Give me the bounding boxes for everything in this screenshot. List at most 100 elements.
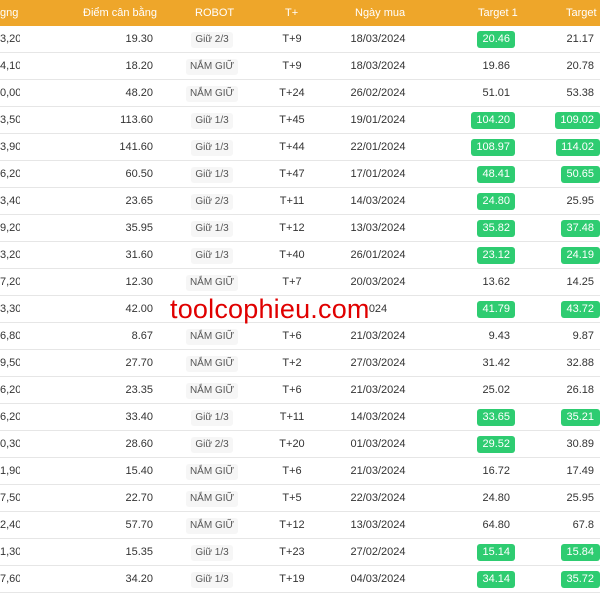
balance-cell: 28.60 bbox=[125, 438, 153, 450]
table-row[interactable]: 7,60 34.20 Giữ 1/3 T+19 04/03/2024 34.14 35.72 bbox=[0, 566, 600, 593]
tplus-cell: T+24 bbox=[279, 87, 305, 99]
buy-date-cell: 14/03/2024 bbox=[350, 411, 406, 423]
target2-cell: 67.8 bbox=[524, 512, 600, 539]
balance-cell: 141.60 bbox=[119, 141, 153, 153]
balance-cell: 23.65 bbox=[125, 195, 153, 207]
table-row[interactable]: 6,20 60.50 Giữ 1/3 T+47 17/01/2024 48.41 50.65 bbox=[0, 161, 600, 188]
table-row[interactable]: 6,20 33.40 Giữ 1/3 T+11 14/03/2024 33.65 35.21 bbox=[0, 404, 600, 431]
price-cell: 9,50 bbox=[0, 357, 20, 369]
tplus-cell: T+23 bbox=[279, 546, 305, 558]
header-target1[interactable]: Target 1 bbox=[478, 0, 518, 26]
robot-cell: NẮM GIỮ bbox=[178, 377, 246, 404]
table-row[interactable]: 1,90 15.40 NẮM GIỮ T+6 21/03/2024 16.72 17.49 bbox=[0, 458, 600, 485]
robot-cell: NẮM GIỮ bbox=[178, 485, 246, 512]
target1-value: 34.14 bbox=[477, 571, 515, 588]
target1-value: 108.97 bbox=[471, 139, 515, 156]
tplus-cell: T+9 bbox=[282, 33, 302, 45]
buy-date-cell: 13/03/2024 bbox=[350, 519, 406, 531]
header-date[interactable]: Ngày mua bbox=[355, 0, 405, 26]
target1-value: 20.46 bbox=[477, 31, 515, 48]
buy-date-cell: 22/01/2024 bbox=[350, 141, 406, 153]
balance-cell: 113.60 bbox=[120, 114, 153, 126]
target1-value: 24.80 bbox=[482, 492, 510, 504]
target2-cell: 53.38 bbox=[524, 80, 600, 107]
table-row[interactable]: 7,20 12.30 NẮM GIỮ T+7 20/03/2024 13.62 14.25 bbox=[0, 269, 600, 296]
target1-cell: 31.42 bbox=[440, 350, 515, 377]
robot-cell: NẮM GIỮ bbox=[178, 53, 246, 80]
balance-cell: 48.20 bbox=[125, 87, 153, 99]
balance-cell: 8.67 bbox=[131, 330, 153, 342]
target1-value: 48.41 bbox=[477, 166, 515, 183]
table-row[interactable]: 0,00 48.20 NẮM GIỮ T+24 26/02/2024 51.01 53.38 bbox=[0, 80, 600, 107]
robot-cell: Giữ 2/3 bbox=[178, 431, 246, 458]
table-row[interactable]: 3,90 141.60 Giữ 1/3 T+44 22/01/2024 108.97 114… bbox=[0, 134, 600, 161]
target1-cell: 24.80 bbox=[440, 188, 515, 215]
header-price[interactable]: gng bbox=[0, 0, 18, 26]
price-cell: 0,00 bbox=[0, 87, 20, 99]
target1-cell: 48.41 bbox=[440, 161, 515, 188]
balance-cell: 34.20 bbox=[125, 573, 153, 585]
tplus-cell: T+20 bbox=[279, 438, 305, 450]
table-row[interactable]: 2,40 57.70 NẮM GIỮ T+12 13/03/2024 64.80 67.8 bbox=[0, 512, 600, 539]
price-cell: 1,90 bbox=[0, 465, 20, 477]
target2-value: 35.21 bbox=[561, 409, 600, 426]
table-row[interactable]: 0,30 28.60 Giữ 2/3 T+20 01/03/2024 29.52 30.89 bbox=[0, 431, 600, 458]
target2-cell: 20.78 bbox=[524, 53, 600, 80]
robot-cell: Giữ 2/3 bbox=[178, 188, 246, 215]
robot-status-badge: Giữ 2/3 bbox=[191, 194, 233, 210]
price-cell: 3,40 bbox=[0, 195, 20, 207]
target2-value: 53.38 bbox=[566, 87, 594, 99]
target2-value: 26.18 bbox=[566, 384, 594, 396]
header-balance[interactable]: Điểm cân bằng bbox=[83, 0, 157, 26]
tplus-cell: T+19 bbox=[279, 573, 305, 585]
tplus-cell: T+12 bbox=[279, 222, 305, 234]
target2-value: 30.89 bbox=[566, 438, 594, 450]
balance-cell: 35.95 bbox=[125, 222, 153, 234]
target1-cell: 64.80 bbox=[440, 512, 515, 539]
tplus-cell: T+44 bbox=[279, 141, 305, 153]
robot-status-badge: Giữ 1/3 bbox=[191, 248, 233, 264]
header-tplus[interactable]: T+ bbox=[285, 0, 298, 26]
table-row[interactable]: 3,20 19.30 Giữ 2/3 T+9 18/03/2024 20.46 21.17 bbox=[0, 26, 600, 53]
table-row[interactable]: 4,10 18.20 NẮM GIỮ T+9 18/03/2024 19.86 20.78 bbox=[0, 53, 600, 80]
robot-cell: Giữ 1/3 bbox=[178, 161, 246, 188]
robot-status-badge: Giữ 1/3 bbox=[191, 572, 233, 588]
buy-date-cell: 21/03/2024 bbox=[350, 465, 406, 477]
table-row[interactable]: 6,20 23.35 NẮM GIỮ T+6 21/03/2024 25.02 26.18 bbox=[0, 377, 600, 404]
table-row[interactable]: 3,40 23.65 Giữ 2/3 T+11 14/03/2024 24.80 25.95 bbox=[0, 188, 600, 215]
table-row[interactable]: 1,30 15.35 Giữ 1/3 T+23 27/02/2024 15.14 15.84 bbox=[0, 539, 600, 566]
target2-value: 15.84 bbox=[561, 544, 600, 561]
target1-value: 51.01 bbox=[482, 87, 510, 99]
table-row[interactable]: 3,20 31.60 Giữ 1/3 T+40 26/01/2024 23.12 24.19 bbox=[0, 242, 600, 269]
robot-status-badge: NẮM GIỮ bbox=[185, 356, 239, 372]
table-row[interactable]: 6,80 8.67 NẮM GIỮ T+6 21/03/2024 9.43 9.87 bbox=[0, 323, 600, 350]
table-row[interactable]: 9,20 35.95 Giữ 1/3 T+12 13/03/2024 35.82 37.48 bbox=[0, 215, 600, 242]
table-row[interactable]: 7,50 22.70 NẮM GIỮ T+5 22/03/2024 24.80 25.95 bbox=[0, 485, 600, 512]
robot-status-badge: Giữ 1/3 bbox=[191, 167, 233, 183]
robot-status-badge: Giữ 1/3 bbox=[191, 545, 233, 561]
watermark: toolcophieu.com bbox=[170, 294, 370, 324]
tplus-cell: T+6 bbox=[282, 330, 302, 342]
robot-cell: Giữ 1/3 bbox=[178, 134, 246, 161]
robot-cell: Giữ 1/3 bbox=[178, 566, 246, 593]
tplus-cell: T+11 bbox=[279, 411, 305, 423]
balance-cell: 18.20 bbox=[125, 60, 153, 72]
target2-value: 109.02 bbox=[555, 112, 600, 129]
table-row[interactable]: 9,50 27.70 NẮM GIỮ T+2 27/03/2024 31.42 32.88 bbox=[0, 350, 600, 377]
header-robot[interactable]: ROBOT bbox=[195, 0, 234, 26]
target1-cell: 108.97 bbox=[440, 134, 515, 161]
target2-cell: 37.48 bbox=[524, 215, 600, 242]
buy-date-cell: 26/02/2024 bbox=[350, 87, 406, 99]
robot-status-badge: Giữ 2/3 bbox=[191, 32, 233, 48]
robot-cell: Giữ 1/3 bbox=[178, 215, 246, 242]
balance-cell: 42.00 bbox=[125, 303, 153, 315]
target1-value: 64.80 bbox=[482, 519, 510, 531]
target2-cell: 24.19 bbox=[524, 242, 600, 269]
robot-status-badge: NẮM GIỮ bbox=[185, 329, 239, 345]
table-row[interactable]: 3,50 113.60 Giữ 1/3 T+45 19/01/2024 104.20 109… bbox=[0, 107, 600, 134]
price-cell: 2,40 bbox=[0, 519, 20, 531]
balance-cell: 27.70 bbox=[125, 357, 153, 369]
target2-cell: 35.21 bbox=[524, 404, 600, 431]
header-target2[interactable]: Target 2 bbox=[566, 0, 600, 26]
target2-cell: 17.49 bbox=[524, 458, 600, 485]
